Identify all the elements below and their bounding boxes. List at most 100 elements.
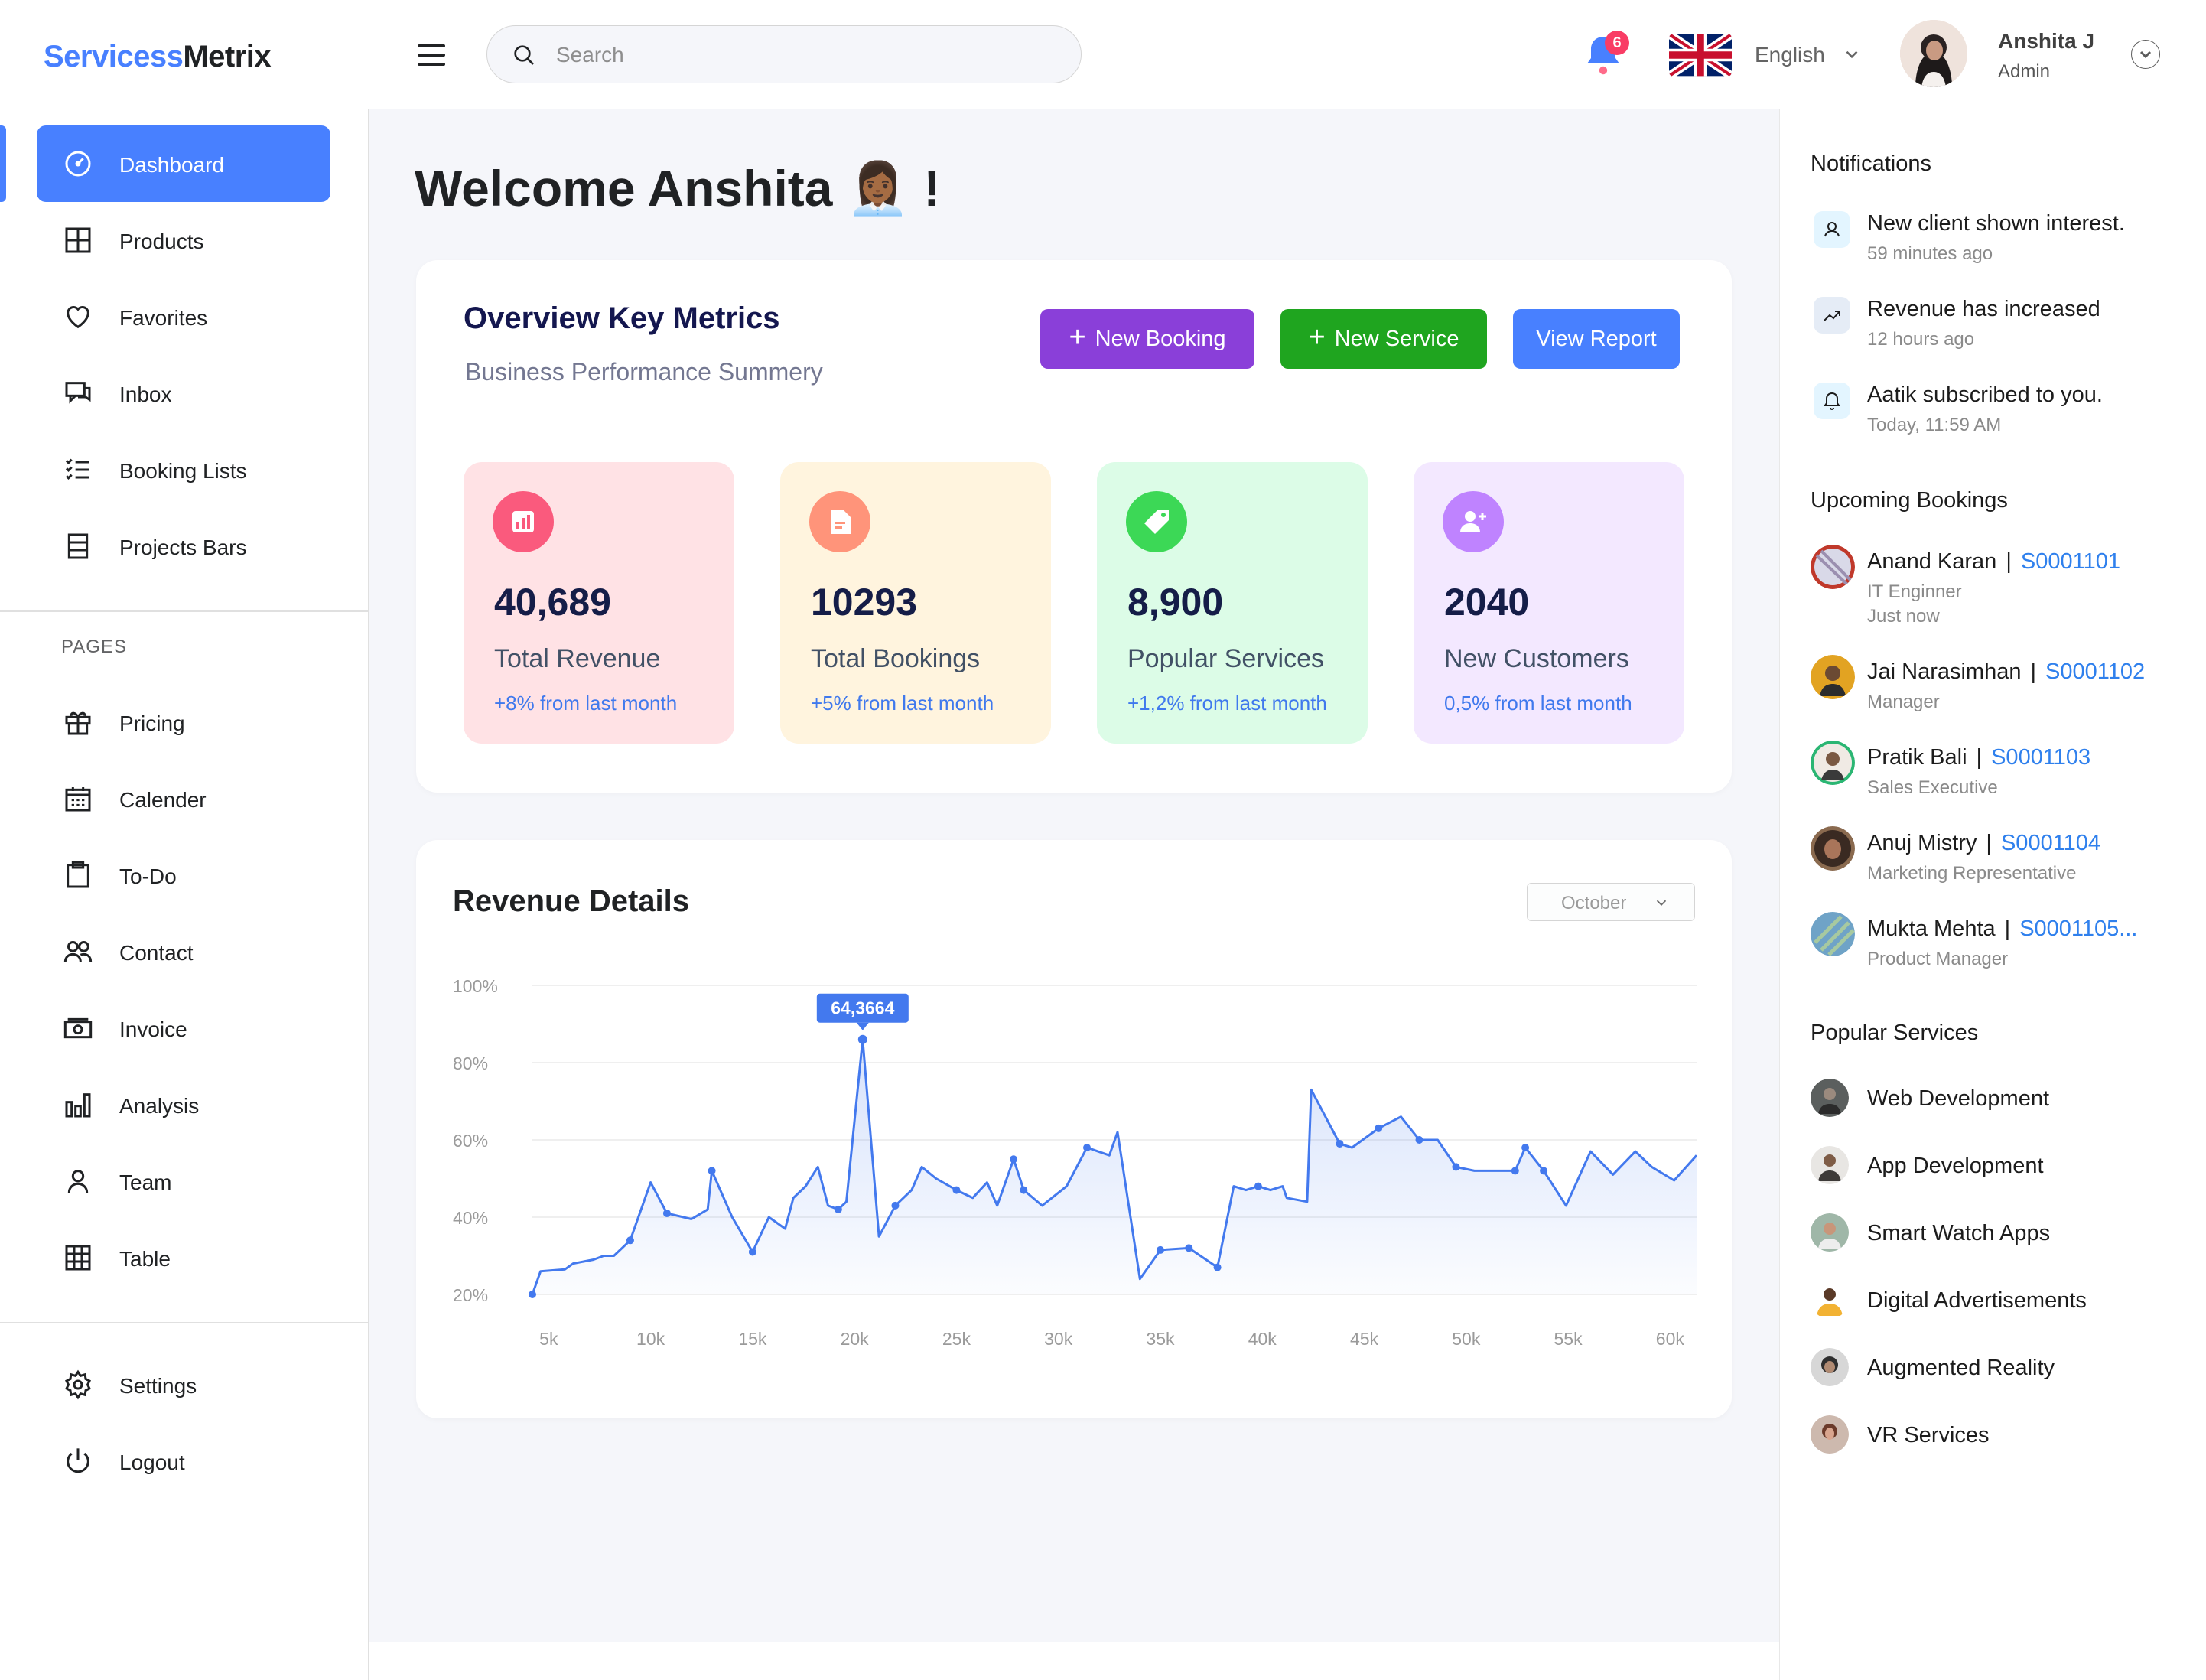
service-item[interactable]: Augmented Reality [1811,1345,2193,1391]
services-title: Popular Services [1811,1021,1979,1045]
language-selector[interactable]: English [1755,43,1825,67]
service-item[interactable]: Smart Watch Apps [1811,1210,2193,1256]
sidebar-item-calender[interactable]: Calender [37,760,330,837]
notification-item[interactable]: Aatik subscribed to you. Today, 11:59 AM [1811,379,2193,448]
document-icon [809,491,870,552]
data-point [1185,1244,1193,1252]
sidebar-item-team[interactable]: Team [37,1143,330,1219]
person-icon [67,1170,89,1193]
checklist-icon [65,458,89,480]
x-tick-label: 45k [1350,1329,1379,1349]
notification-item[interactable]: Revenue has increased 12 hours ago [1811,294,2193,363]
notification-item[interactable]: New client shown interest. 59 minutes ag… [1811,208,2193,277]
view-report-button[interactable]: View Report [1513,309,1680,369]
booking-id-link[interactable]: S0001104 [2001,831,2100,855]
revenue-chart-icon [493,491,554,552]
sidebar-item-analysis[interactable]: Analysis [37,1066,330,1143]
booking-name-line: Anand Karan | S0001101 [1867,549,2120,575]
uk-flag-icon[interactable] [1669,34,1732,77]
service-item[interactable]: Digital Advertisements [1811,1278,2193,1323]
booking-id-link[interactable]: S0001105... [2019,917,2137,941]
service-name: Web Development [1867,1086,2050,1111]
sidebar-item-favorites[interactable]: Favorites [37,278,330,355]
sidebar-item-label: Inbox [119,383,172,406]
service-item[interactable]: App Development [1811,1143,2193,1189]
search-bar[interactable] [486,25,1082,83]
booking-role: Manager [1867,692,1940,712]
search-input[interactable] [556,37,1046,73]
sidebar-item-pricing[interactable]: Pricing [37,684,330,760]
user-icon [1814,211,1850,248]
x-tick-label: 30k [1044,1329,1073,1349]
avatar [1811,1146,1849,1184]
booking-separator: | [2030,659,2037,684]
booking-role: Sales Executive [1867,777,1998,798]
sidebar-item-label: Table [119,1247,171,1271]
booking-id-link[interactable]: S0001102 [2045,659,2145,684]
sidebar-item-contact[interactable]: Contact [37,913,330,990]
data-point [708,1167,716,1175]
booking-role: IT Enginner [1867,581,1962,602]
sidebar-item-products[interactable]: Products [37,202,330,278]
sidebar-item-to-do[interactable]: To-Do [37,837,330,913]
sidebar-item-label: Logout [119,1450,185,1474]
add-user-icon [1443,491,1504,552]
user-role: Admin [1998,61,2051,82]
x-tick-label: 50k [1452,1329,1481,1349]
new-service-button[interactable]: + New Service [1280,309,1487,369]
brand-logo-part2: Metrix [183,40,272,73]
x-tick-label: 35k [1146,1329,1175,1349]
sidebar-item-label: Calender [119,788,207,812]
booking-separator: | [2006,549,2012,574]
booking-name-line: Mukta Mehta | S0001105... [1867,917,2137,942]
booking-item[interactable]: Anuj Mistry | S0001104 Marketing Represent… [1811,826,2193,887]
booking-time: Just now [1867,606,1940,627]
sidebar-item-settings[interactable]: Settings [37,1346,330,1423]
booking-item[interactable]: Pratik Bali | S0001103 Sales Executive [1811,741,2193,802]
trend-up-icon [1814,297,1850,334]
sidebar-item-dashboard[interactable]: Dashboard [37,125,330,202]
x-tick-label: 15k [738,1329,767,1349]
brand-logo[interactable]: ServicessMetrix [44,40,272,74]
booking-item[interactable]: Mukta Mehta | S0001105... Product Manager [1811,912,2193,973]
booking-name: Mukta Mehta [1867,917,1996,941]
data-point [1540,1167,1548,1175]
plus-icon: + [1069,321,1086,353]
revenue-chart: 100% 80% 60% 40% 20% 5k 10k 15k 20k 25k 30k 35k 40k 4… [453,976,1698,1349]
sidebar-item-logout[interactable]: Logout [37,1423,330,1499]
service-item[interactable]: VR Services [1811,1412,2193,1458]
booking-item[interactable]: Jai Narasimhan | S0001102 Manager [1811,655,2193,716]
chevron-down-icon[interactable] [1842,44,1862,64]
booking-item[interactable]: Anand Karan | S0001101 IT Enginner Just no… [1811,545,2193,629]
booking-name: Jai Narasimhan [1867,659,2022,684]
data-point [834,1205,842,1213]
sidebar-item-invoice[interactable]: Invoice [37,990,330,1066]
revenue-card: 100% 80% 60% 40% 20% 5k 10k 15k 20k 25k 30k 35k 40k 4… [416,840,1732,1418]
booking-id-link[interactable]: S0001101 [2021,549,2120,574]
sidebar-item-projects-bars[interactable]: Projects Bars [37,508,330,584]
month-select-value: October [1561,893,1627,913]
notification-count-badge: 6 [1605,31,1629,55]
new-booking-button[interactable]: + New Booking [1040,309,1254,369]
user-menu-button[interactable] [2131,40,2160,69]
booking-id-link[interactable]: S0001103 [1991,745,2090,770]
y-tick-label: 20% [453,1285,488,1305]
month-select[interactable]: October [1527,883,1695,921]
data-point [1415,1136,1423,1144]
data-point [748,1248,756,1256]
booking-separator: | [1976,745,1983,770]
data-point [1336,1140,1344,1148]
notifications-title: Notifications [1811,151,1931,176]
notifications-button[interactable]: 6 [1582,31,1629,78]
menu-toggle-icon[interactable] [418,44,445,66]
user-avatar[interactable] [1900,20,1967,87]
service-item[interactable]: Web Development [1811,1076,2193,1122]
x-tick-label: 60k [1656,1329,1685,1349]
metric-change: 0,5% from last month [1444,692,1632,715]
sidebar-item-table[interactable]: Table [37,1219,330,1296]
data-point [626,1236,634,1245]
overview-subtitle: Business Performance Summery [465,358,823,386]
sidebar-item-booking-lists[interactable]: Booking Lists [37,431,330,508]
sidebar-item-inbox[interactable]: Inbox [37,355,330,431]
data-point [1452,1163,1460,1171]
